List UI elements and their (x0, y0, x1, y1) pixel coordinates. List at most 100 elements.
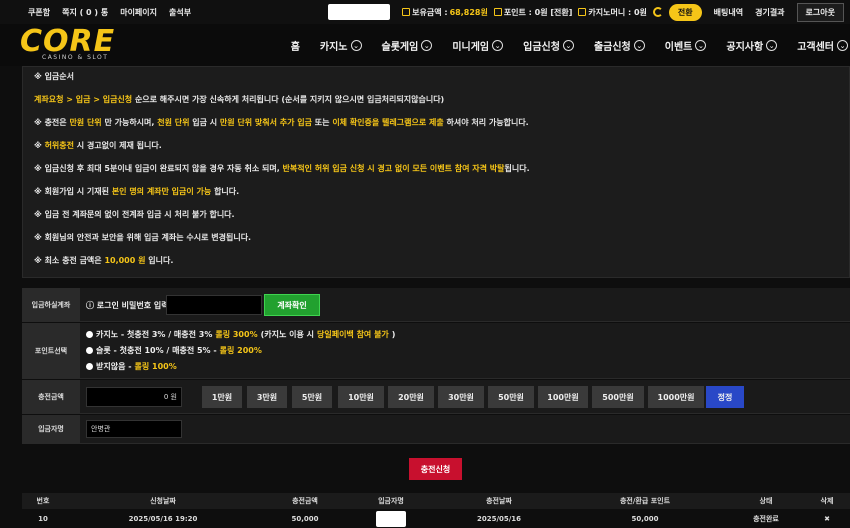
table-row: 10 2025/05/16 19:20 50,000 2025/05/16 50… (22, 509, 850, 528)
chip-1m[interactable]: 100만원 (538, 386, 588, 408)
convert-button[interactable]: 전환 (668, 3, 702, 21)
chevron-down-icon: ⌄ (562, 40, 574, 51)
coupon-link[interactable]: 쿠폰함 (28, 7, 50, 18)
password-input[interactable] (166, 295, 262, 315)
col-depositor: 입금자명 (378, 497, 404, 505)
radio-icon[interactable] (86, 331, 93, 338)
top-links: 쿠폰함 쪽지 ( 0 ) 통 마이페이지 출석부 (0, 7, 191, 18)
chip-10k[interactable]: 1만원 (202, 386, 242, 408)
amount-input[interactable]: 0 원 (86, 387, 182, 407)
cell-charge-date: 2025/05/16 (476, 514, 522, 523)
amount-row: 충전금액 0 원 1만원 3만원 5만원 10만원 20만원 30만원 50만원… (22, 380, 850, 414)
balance-stat: 보유금액 : 68,828원 (402, 7, 488, 18)
top-bar: 쿠폰함 쪽지 ( 0 ) 통 마이페이지 출석부 보유금액 : 68,828원 … (0, 0, 850, 24)
chip-500k[interactable]: 50만원 (488, 386, 534, 408)
chip-30k[interactable]: 3만원 (247, 386, 287, 408)
instruction-line: ※ 입금신청 후 최대 5분이내 입금이 완료되지 않을 경우 자동 취소 되며… (34, 164, 530, 173)
nav-deposit[interactable]: 입금신청 ⌄ (523, 38, 574, 53)
amount-label: 충전금액 (22, 380, 80, 413)
depositor-redacted (376, 510, 406, 527)
chip-300k[interactable]: 30만원 (438, 386, 484, 408)
chevron-down-icon: ⌄ (421, 40, 433, 51)
col-amount: 충전금액 (292, 497, 318, 505)
chip-10m[interactable]: 1000만원 (648, 386, 704, 408)
wallet-icon (402, 8, 411, 16)
reset-button[interactable]: 정정 (706, 386, 744, 408)
nav-event[interactable]: 이벤트 ⌄ (665, 38, 707, 53)
point-stat[interactable]: 포인트 : 0원 [전환] (493, 7, 572, 18)
delete-icon[interactable]: ✖ (824, 509, 830, 528)
point-option-casino[interactable]: 카지노 - 첫충전 3% / 매충전 3% 롤링 300% (카지노 이용 시 … (86, 329, 395, 340)
casino-money-stat: 카지노머니 : 0원 (578, 7, 647, 18)
point-icon (493, 8, 502, 16)
nav-slot[interactable]: 슬롯게임 ⌄ (382, 38, 433, 53)
col-charge-date: 충전날짜 (486, 497, 512, 505)
chevron-down-icon: ⌄ (492, 40, 504, 51)
results-link[interactable]: 경기결과 (755, 7, 784, 18)
instruction-line: 계좌요청 > 입금 > 입금신청 순으로 해주시면 가장 신속하게 처리됩니다 … (34, 95, 445, 104)
message-link[interactable]: 쪽지 ( 0 ) 통 (62, 7, 108, 18)
nav-home[interactable]: 홈 (291, 38, 300, 53)
instruction-line: ※ 허위충전 시 경고없이 제재 됩니다. (34, 141, 162, 150)
chip-100k[interactable]: 10만원 (338, 386, 384, 408)
mypage-link[interactable]: 마이페이지 (120, 7, 157, 18)
chevron-down-icon: ⌄ (350, 40, 362, 51)
balance-value: 68,828원 (449, 7, 488, 17)
bet-history-link[interactable]: 배팅내역 (714, 7, 743, 18)
nav-notice[interactable]: 공지사항 ⌄ (726, 38, 778, 53)
chip-5m[interactable]: 500만원 (592, 386, 644, 408)
radio-icon[interactable] (86, 363, 93, 370)
logo[interactable]: CORE CASINO & SLOT (20, 27, 116, 64)
chip-50k[interactable]: 5만원 (292, 386, 332, 408)
point-row: 포인트선택 카지노 - 첫충전 3% / 매충전 3% 롤링 300% (카지노… (22, 323, 850, 379)
cell-request-date: 2025/05/16 19:20 (128, 514, 198, 523)
attendance-link[interactable]: 출석부 (169, 7, 191, 18)
depositor-row: 입금자명 안병관 (22, 415, 850, 444)
refresh-icon[interactable] (652, 7, 663, 17)
main-nav: CORE CASINO & SLOT 홈 카지노 ⌄ 슬롯게임 ⌄ 미니게임 ⌄ 입금… (0, 24, 850, 66)
nav-casino[interactable]: 카지노 ⌄ (320, 38, 362, 53)
chevron-down-icon: ⌄ (633, 40, 645, 51)
instructions-title: ※ 입금순서 (34, 72, 75, 81)
col-number: 번호 (36, 497, 50, 505)
cell-points: 50,000 (631, 514, 659, 523)
account-label: 입금하실계좌 (22, 288, 80, 321)
point-option-none[interactable]: 받지않음 - 롤링 100% (86, 361, 177, 372)
cell-status: 충전완료 (753, 514, 779, 523)
radio-icon[interactable] (86, 347, 93, 354)
depositor-label: 입금자명 (22, 415, 80, 443)
cell-amount: 50,000 (291, 514, 319, 523)
instruction-line: ※ 입금 전 계좌문의 없이 전계좌 입금 시 처리 불가 합니다. (34, 210, 235, 219)
col-points: 충전/환급 포인트 (619, 497, 671, 505)
username-redacted (328, 4, 391, 20)
deposit-instructions: ※ 입금순서 계좌요청 > 입금 > 입금신청 순으로 해주시면 가장 신속하게… (22, 66, 850, 278)
col-request-date: 신청날짜 (150, 497, 176, 505)
instruction-line: ※ 회원님의 안전과 보안을 위해 입금 계좌는 수시로 변경됩니다. (34, 233, 252, 242)
account-row: 입금하실계좌 ⓘ 로그인 비밀번호 입력 계좌확인 (22, 288, 850, 322)
casino-icon (578, 8, 587, 16)
chevron-down-icon: ⌄ (766, 40, 778, 51)
point-label: 포인트선택 (22, 323, 80, 378)
nav-support[interactable]: 고객센터 ⌄ (797, 38, 848, 53)
instruction-line: ※ 충전은 만원 단위 만 가능하시며, 천원 단위 입금 시 만원 단위 맞춰… (34, 118, 529, 127)
cell-number: 10 (38, 514, 48, 523)
submit-deposit-button[interactable]: 충전신청 (409, 458, 462, 480)
nav-withdraw[interactable]: 출금신청 ⌄ (594, 38, 645, 53)
logout-button[interactable]: 로그아웃 (796, 2, 844, 22)
col-delete: 삭제 (820, 497, 834, 505)
instruction-line: ※ 최소 충전 금액은 10,000 원 입니다. (34, 256, 174, 265)
nav-minigame[interactable]: 미니게임 ⌄ (452, 38, 504, 53)
col-status: 상태 (759, 497, 773, 505)
nav-menu: 홈 카지노 ⌄ 슬롯게임 ⌄ 미니게임 ⌄ 입금신청 ⌄ 출금신청 ⌄ 이벤트 ⌄ 공지사항… (291, 38, 848, 53)
password-label: ⓘ 로그인 비밀번호 입력 (86, 301, 169, 310)
account-check-button[interactable]: 계좌확인 (264, 294, 320, 316)
account-bar: 보유금액 : 68,828원 포인트 : 0원 [전환] 카지노머니 : 0원 … (328, 2, 844, 22)
chevron-down-icon: ⌄ (837, 40, 848, 51)
point-option-slot[interactable]: 슬롯 - 첫충전 10% / 매충전 5% - 롤링 200% (86, 345, 262, 356)
instruction-line: ※ 회원가입 시 기재된 본인 명의 계좌만 입금이 가능 합니다. (34, 187, 240, 196)
cell-depositor (376, 509, 406, 528)
history-table-header: 번호 신청날짜 충전금액 입금자명 충전날짜 충전/환급 포인트 상태 삭제 (22, 493, 850, 509)
depositor-input[interactable]: 안병관 (86, 420, 182, 438)
chevron-down-icon: ⌄ (695, 40, 707, 51)
chip-200k[interactable]: 20만원 (388, 386, 434, 408)
